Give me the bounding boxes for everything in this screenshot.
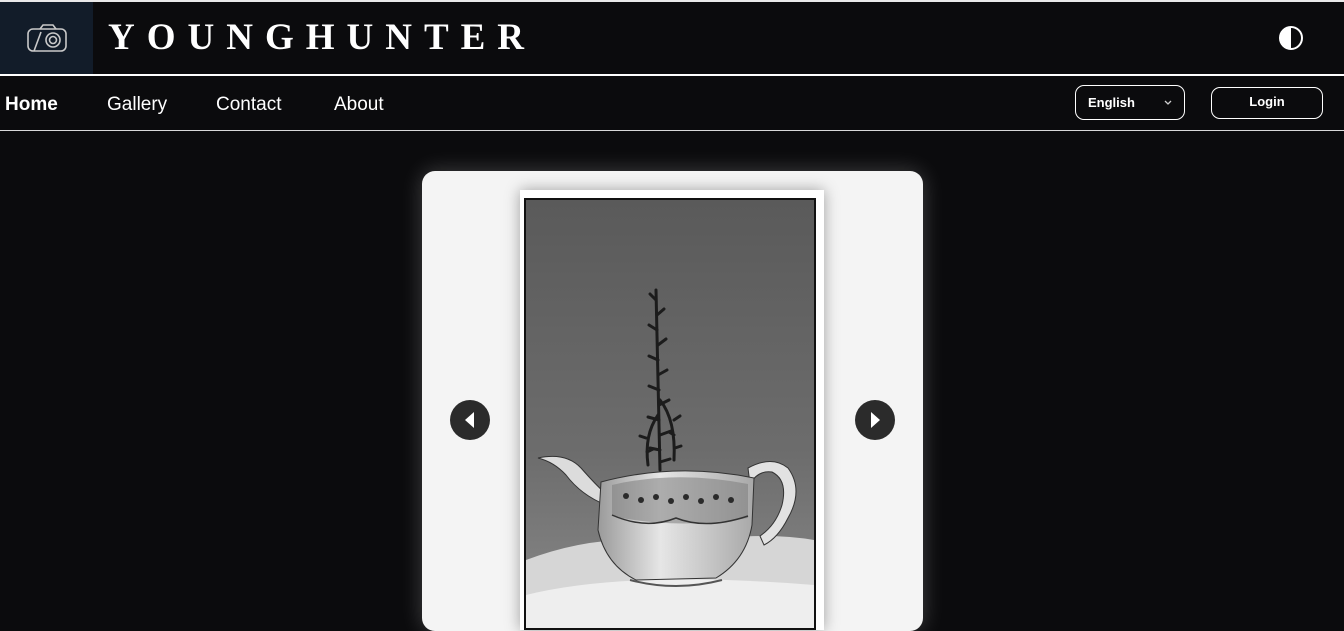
main-nav: Home Gallery Contact About English Login — [0, 76, 1344, 130]
nav-item-about[interactable]: About — [334, 94, 384, 116]
photo-frame — [520, 190, 824, 630]
site-title: YOUNGHUNTER — [108, 17, 537, 58]
camera-icon — [26, 24, 67, 52]
site-header: YOUNGHUNTER — [0, 2, 1344, 74]
arrow-left-icon — [465, 412, 474, 428]
language-selected-value: English — [1088, 95, 1135, 110]
theme-toggle-button[interactable] — [1278, 25, 1304, 51]
contrast-toggle-icon — [1279, 26, 1303, 50]
nav-item-home[interactable]: Home — [5, 94, 58, 116]
chevron-down-icon — [1164, 100, 1172, 105]
carousel-photo[interactable] — [524, 198, 816, 630]
login-button[interactable]: Login — [1211, 87, 1323, 119]
nav-item-contact[interactable]: Contact — [216, 94, 281, 116]
carousel-prev-button[interactable] — [450, 400, 490, 440]
nav-item-gallery[interactable]: Gallery — [107, 94, 167, 116]
carousel-next-button[interactable] — [855, 400, 895, 440]
nav-divider — [0, 130, 1344, 131]
teapot-photo-image — [526, 200, 814, 628]
photo-carousel — [422, 171, 923, 631]
logo[interactable] — [0, 2, 93, 74]
language-select[interactable]: English — [1075, 85, 1185, 120]
arrow-right-icon — [871, 412, 880, 428]
